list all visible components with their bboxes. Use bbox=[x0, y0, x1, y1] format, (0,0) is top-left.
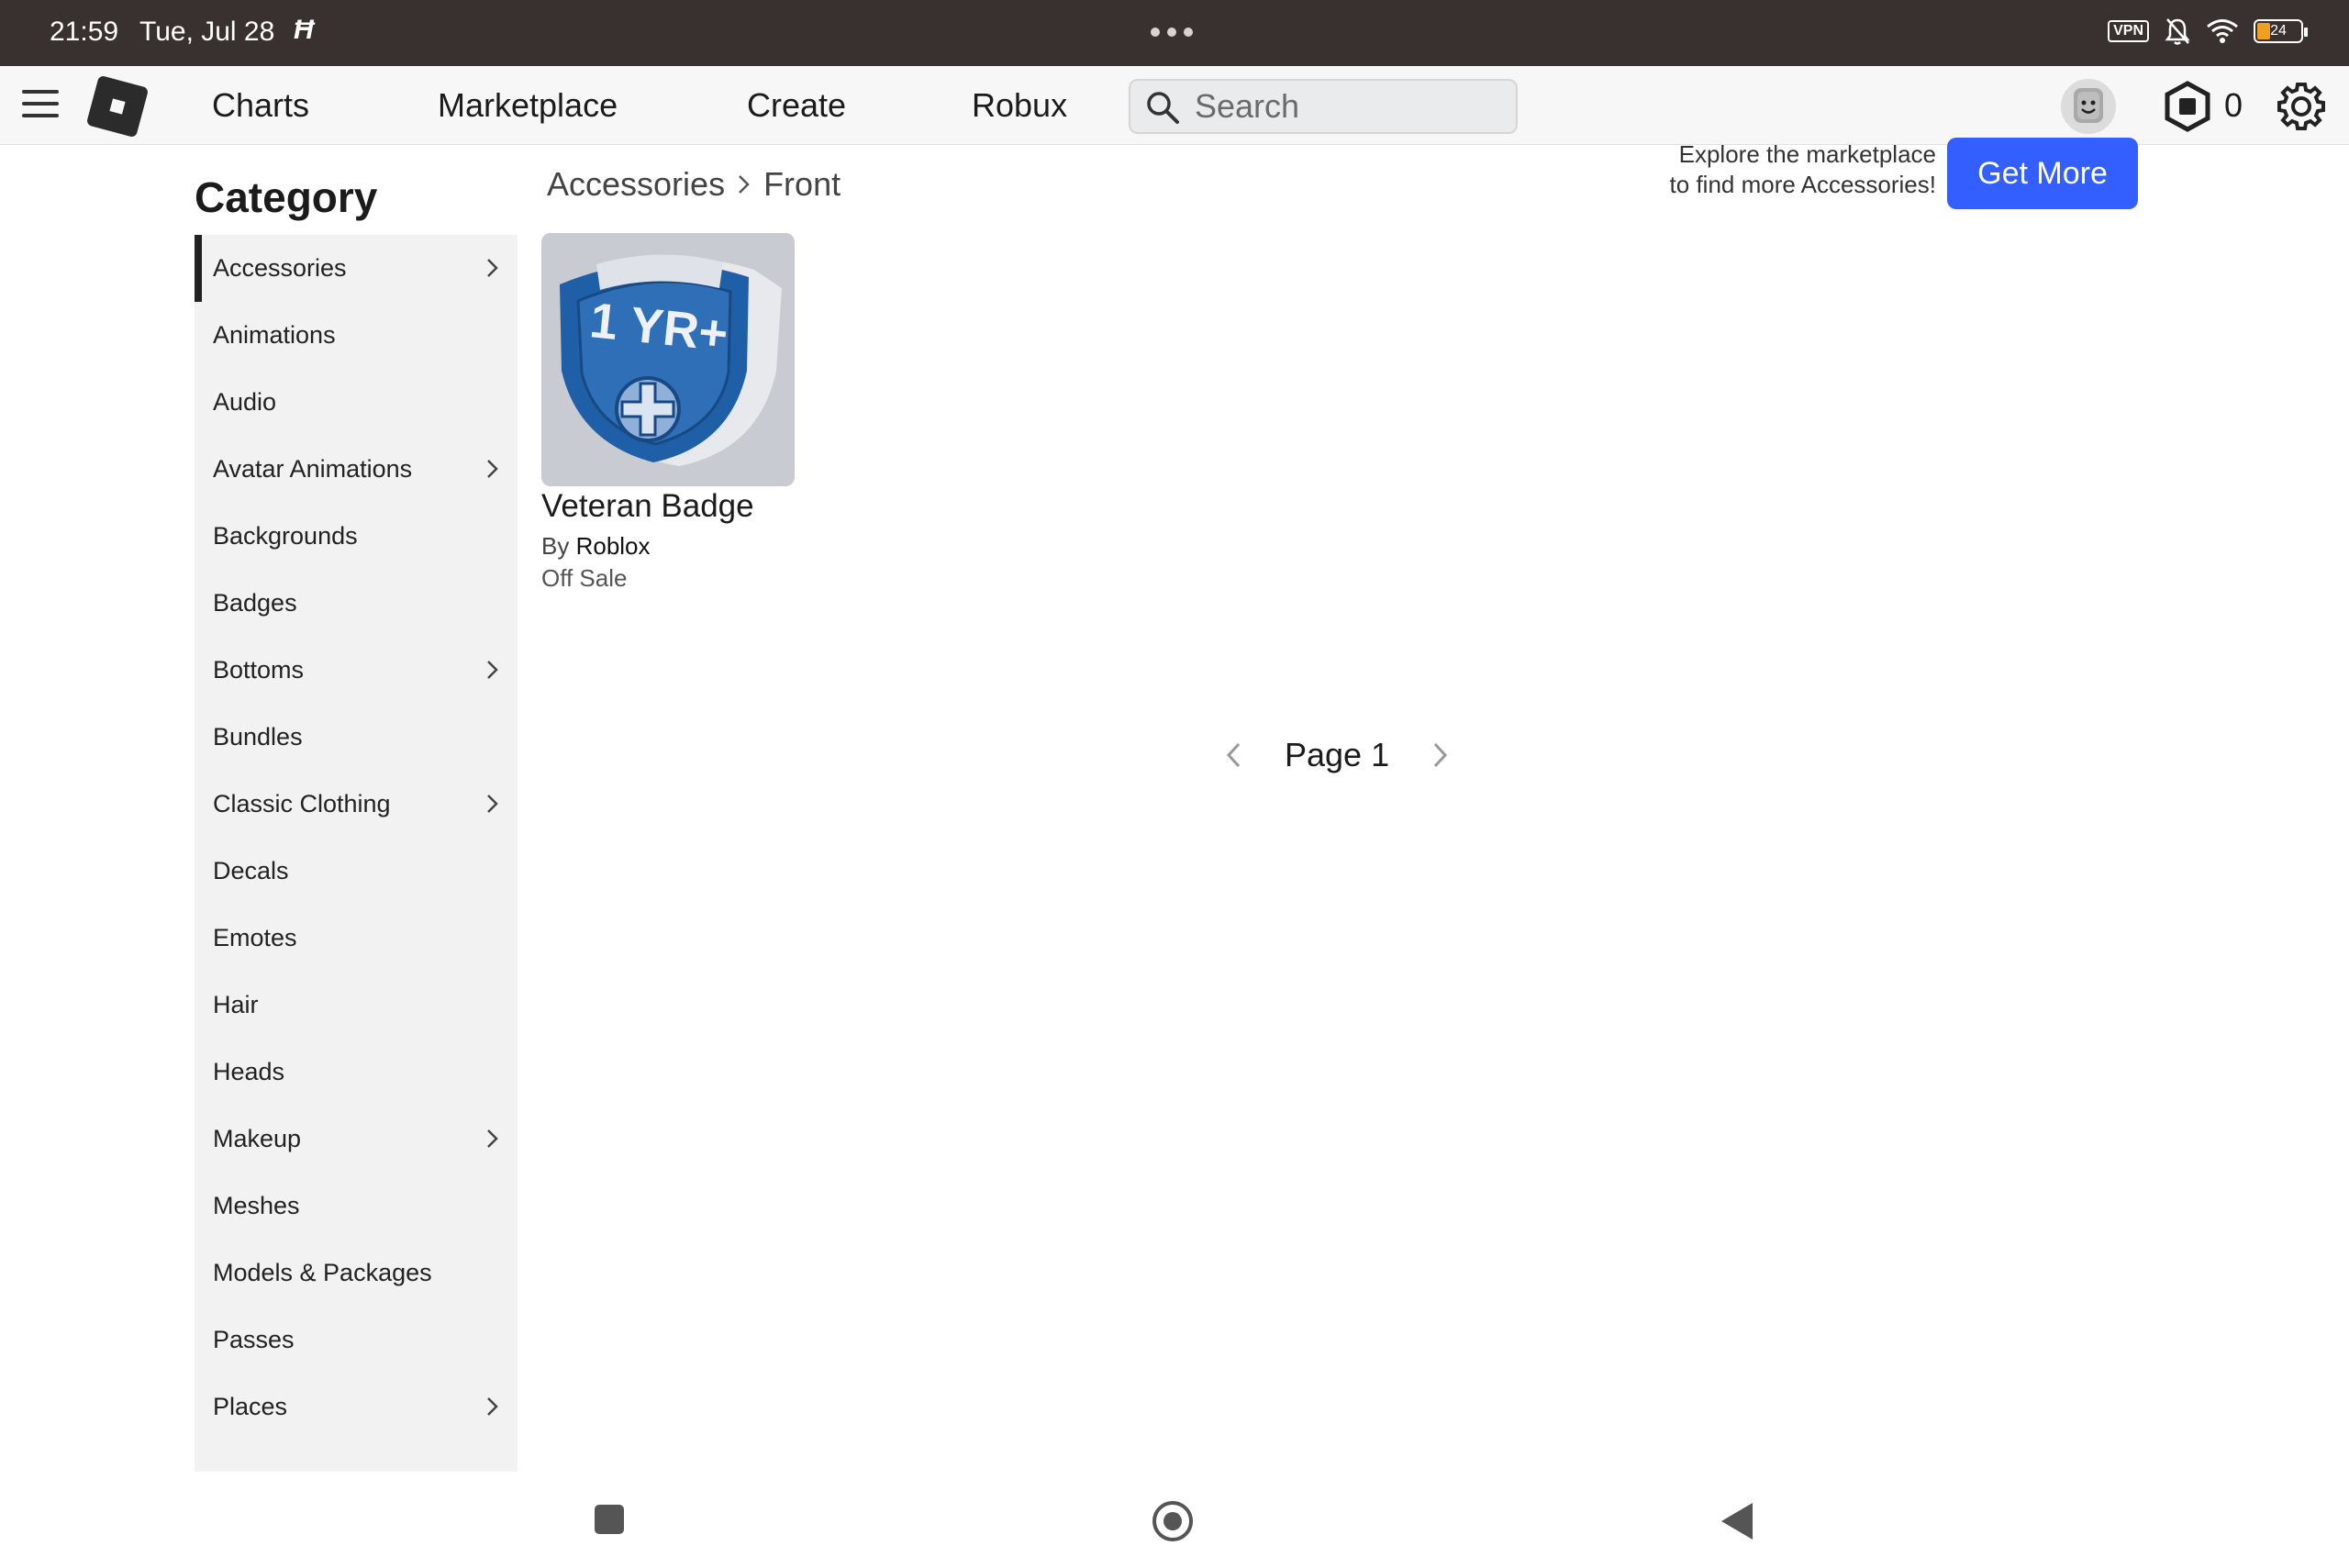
search-input[interactable] bbox=[1195, 88, 1507, 125]
item-card[interactable]: 1 YR+ Veteran Badge By Roblox Off Sale bbox=[541, 233, 795, 593]
category-places[interactable]: Places bbox=[195, 1373, 518, 1440]
category-bundles[interactable]: Bundles bbox=[195, 704, 518, 771]
gear-icon[interactable] bbox=[2274, 79, 2329, 134]
category-heads[interactable]: Heads bbox=[195, 1039, 518, 1106]
category-makeup[interactable]: Makeup bbox=[195, 1106, 518, 1173]
breadcrumb-current: Front bbox=[763, 165, 841, 203]
home-icon[interactable] bbox=[1152, 1501, 1193, 1541]
category-emotes[interactable]: Emotes bbox=[195, 905, 518, 972]
category-label: Classic Clothing bbox=[213, 790, 391, 817]
category-label: Hair bbox=[213, 991, 259, 1018]
chevron-right-icon bbox=[487, 259, 498, 277]
status-bar: 21:59 Tue, Jul 28 Ħ VPN 24 bbox=[0, 0, 2349, 66]
system-nav-bar bbox=[0, 1472, 2349, 1568]
chevron-right-icon bbox=[487, 661, 498, 679]
page-label: Page 1 bbox=[1285, 736, 1390, 773]
status-icons: VPN 24 bbox=[2108, 17, 2308, 46]
veteran-badge-icon: 1 YR+ bbox=[541, 233, 795, 486]
item-price: Off Sale bbox=[541, 564, 628, 592]
item-name[interactable]: Veteran Badge bbox=[541, 488, 795, 525]
notification-app-icon: Ħ bbox=[294, 15, 314, 45]
category-bottoms[interactable]: Bottoms bbox=[195, 637, 518, 704]
category-label: Models & Packages bbox=[213, 1259, 432, 1286]
category-label: Badges bbox=[213, 589, 297, 617]
status-date: Tue, Jul 28 bbox=[139, 17, 275, 47]
category-models-packages[interactable]: Models & Packages bbox=[195, 1240, 518, 1307]
avatar-face-icon bbox=[2074, 88, 2103, 123]
nav-link-create[interactable]: Create bbox=[747, 86, 846, 125]
category-label: Audio bbox=[213, 388, 277, 416]
category-decals[interactable]: Decals bbox=[195, 838, 518, 905]
breadcrumb: Accessories Front bbox=[547, 165, 841, 204]
category-label: Places bbox=[213, 1393, 288, 1420]
item-creator-line: By Roblox bbox=[541, 532, 795, 561]
battery-level: 24 bbox=[2270, 23, 2287, 39]
hamburger-menu-icon[interactable] bbox=[22, 90, 59, 119]
category-label: Avatar Animations bbox=[213, 455, 413, 483]
chevron-right-icon bbox=[487, 1129, 498, 1148]
back-icon[interactable] bbox=[1721, 1503, 1753, 1540]
category-label: Meshes bbox=[213, 1192, 300, 1219]
nav-link-robux[interactable]: Robux bbox=[972, 86, 1067, 125]
category-sidebar: Accessories Animations Audio Avatar Anim… bbox=[195, 235, 518, 1472]
nav-link-charts[interactable]: Charts bbox=[212, 86, 309, 125]
roblox-logo-icon[interactable] bbox=[85, 74, 150, 139]
search-icon bbox=[1147, 92, 1179, 124]
category-label: Accessories bbox=[213, 254, 347, 282]
category-label: Bundles bbox=[213, 723, 303, 751]
promo-text: Explore the marketplace to find more Acc… bbox=[1615, 139, 1936, 200]
category-label: Passes bbox=[213, 1326, 295, 1353]
search-box[interactable] bbox=[1129, 79, 1518, 134]
category-label: Heads bbox=[213, 1058, 285, 1085]
chevron-left-icon[interactable] bbox=[1220, 737, 1248, 773]
multitask-dots-icon[interactable] bbox=[1151, 28, 1193, 37]
category-backgrounds[interactable]: Backgrounds bbox=[195, 503, 518, 570]
pagination: Page 1 bbox=[1220, 736, 1453, 774]
item-thumbnail[interactable]: 1 YR+ bbox=[541, 233, 795, 486]
chevron-right-icon bbox=[487, 1397, 498, 1416]
avatar[interactable] bbox=[2061, 79, 2116, 134]
get-more-button[interactable]: Get More bbox=[1947, 138, 2138, 209]
item-creator[interactable]: Roblox bbox=[576, 532, 651, 560]
robux-icon[interactable] bbox=[2162, 81, 2213, 132]
category-animations[interactable]: Animations bbox=[195, 302, 518, 369]
category-label: Emotes bbox=[213, 924, 297, 951]
category-label: Backgrounds bbox=[213, 522, 358, 550]
chevron-right-icon bbox=[487, 795, 498, 813]
top-nav: Charts Marketplace Create Robux 0 bbox=[0, 66, 2349, 145]
promo-line-1: Explore the marketplace bbox=[1678, 140, 1936, 168]
recent-apps-icon[interactable] bbox=[595, 1505, 624, 1534]
category-classic-clothing[interactable]: Classic Clothing bbox=[195, 771, 518, 838]
robux-count[interactable]: 0 bbox=[2224, 86, 2243, 125]
category-avatar-animations[interactable]: Avatar Animations bbox=[195, 436, 518, 503]
vpn-icon: VPN bbox=[2108, 20, 2149, 42]
nav-link-marketplace[interactable]: Marketplace bbox=[438, 86, 618, 125]
category-audio[interactable]: Audio bbox=[195, 369, 518, 436]
item-by-label: By bbox=[541, 532, 570, 560]
wifi-icon bbox=[2207, 19, 2238, 43]
breadcrumb-parent[interactable]: Accessories bbox=[547, 165, 725, 204]
category-accessories[interactable]: Accessories bbox=[195, 235, 518, 302]
bell-muted-icon bbox=[2165, 18, 2190, 45]
chevron-right-icon bbox=[739, 175, 750, 194]
category-label: Decals bbox=[213, 857, 289, 884]
category-label: Makeup bbox=[213, 1125, 302, 1152]
promo-line-2: to find more Accessories! bbox=[1669, 171, 1936, 198]
category-passes[interactable]: Passes bbox=[195, 1307, 518, 1373]
category-label: Animations bbox=[213, 321, 336, 349]
chevron-right-icon bbox=[487, 460, 498, 478]
chevron-right-icon[interactable] bbox=[1426, 737, 1453, 773]
category-badges[interactable]: Badges bbox=[195, 570, 518, 637]
category-label: Bottoms bbox=[213, 656, 305, 684]
status-time: 21:59 bbox=[50, 17, 119, 47]
category-meshes[interactable]: Meshes bbox=[195, 1173, 518, 1240]
category-title: Category bbox=[195, 173, 378, 221]
battery-icon: 24 bbox=[2254, 19, 2308, 43]
category-hair[interactable]: Hair bbox=[195, 972, 518, 1039]
